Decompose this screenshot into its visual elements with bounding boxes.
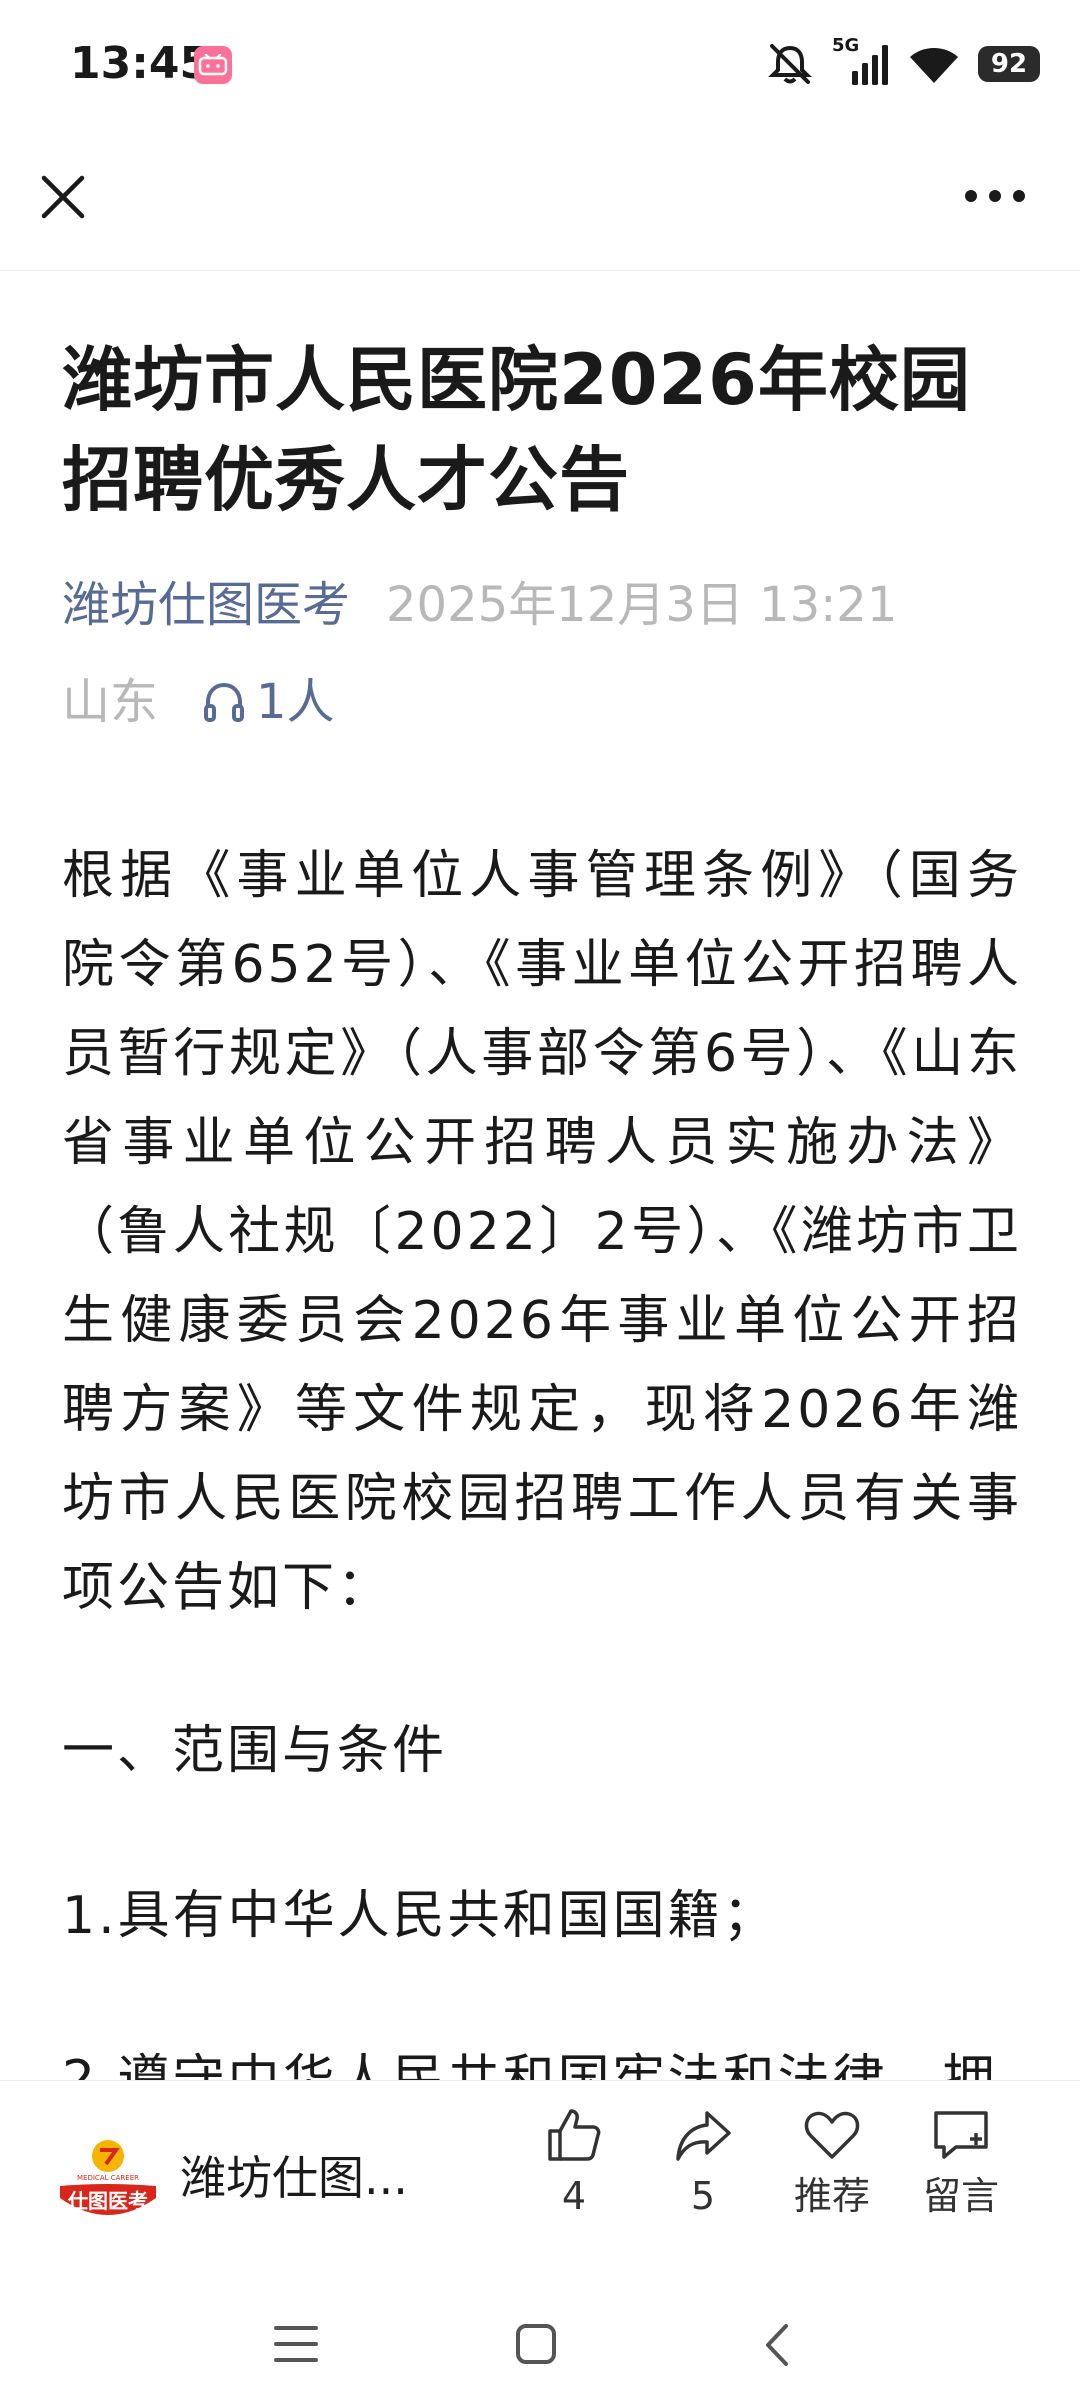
system-nav-bar — [0, 2280, 1080, 2403]
list-item: 1.具有中华人民共和国国籍； — [62, 1886, 778, 1946]
heart-icon — [804, 2111, 860, 2159]
menu-icon[interactable] — [274, 2324, 318, 2364]
share-button[interactable]: 5 — [648, 2105, 758, 2221]
article-meta: 潍坊仕图医考 2025年12月3日 13:21 — [62, 575, 897, 635]
thumbs-up-icon — [548, 2109, 601, 2161]
article-meta-secondary: 山东 1人 — [62, 672, 335, 732]
recommend-label: 推荐 — [793, 2174, 870, 2218]
article-intro-paragraph: 根据《事业单位人事管理条例》（国务院令第652号）、《事业单位公开招聘人员暂行规… — [62, 846, 1022, 1618]
share-count: 5 — [690, 2174, 716, 2218]
logo-text: 仕图医考 — [67, 2189, 148, 2213]
back-icon[interactable] — [760, 2322, 792, 2368]
headphones-icon — [204, 682, 245, 722]
wifi-icon — [910, 48, 958, 83]
status-icons: 5G 92 — [766, 35, 1040, 92]
listener-count: 1人 — [256, 674, 335, 730]
mute-icon — [768, 44, 812, 84]
account-avatar[interactable]: MEDICAL CAREER 仕图医考 — [56, 2128, 160, 2232]
status-bar: 13:45 5G 92 — [0, 0, 1080, 130]
section-heading: 一、范围与条件 — [62, 1721, 448, 1781]
listen-button[interactable]: 1人 — [200, 672, 335, 732]
bilibili-app-icon — [194, 46, 232, 84]
account-name[interactable]: 潍坊仕图... — [180, 2148, 408, 2208]
article-title: 潍坊市人民医院2026年校园招聘优秀人才公告 — [62, 339, 971, 521]
author-link[interactable]: 潍坊仕图医考 — [62, 577, 350, 633]
comment-button[interactable]: 留言 — [906, 2105, 1016, 2221]
comment-icon — [934, 2111, 988, 2159]
top-nav-bar — [0, 130, 1080, 271]
more-icon[interactable] — [962, 184, 1028, 208]
share-icon — [676, 2111, 731, 2161]
close-icon[interactable] — [38, 172, 88, 222]
publish-date: 2025年12月3日 13:21 — [386, 577, 898, 633]
status-time: 13:45 — [70, 38, 211, 89]
region-label: 山东 — [62, 674, 159, 730]
logo-small-text: MEDICAL CAREER — [77, 2174, 139, 2182]
home-icon[interactable] — [515, 2323, 557, 2365]
comment-label: 留言 — [922, 2174, 999, 2218]
like-count: 4 — [561, 2174, 587, 2218]
recommend-button[interactable]: 推荐 — [777, 2105, 887, 2221]
battery-indicator: 92 — [978, 46, 1040, 82]
signal-5g-icon: 5G — [832, 35, 890, 89]
like-button[interactable]: 4 — [519, 2105, 629, 2221]
